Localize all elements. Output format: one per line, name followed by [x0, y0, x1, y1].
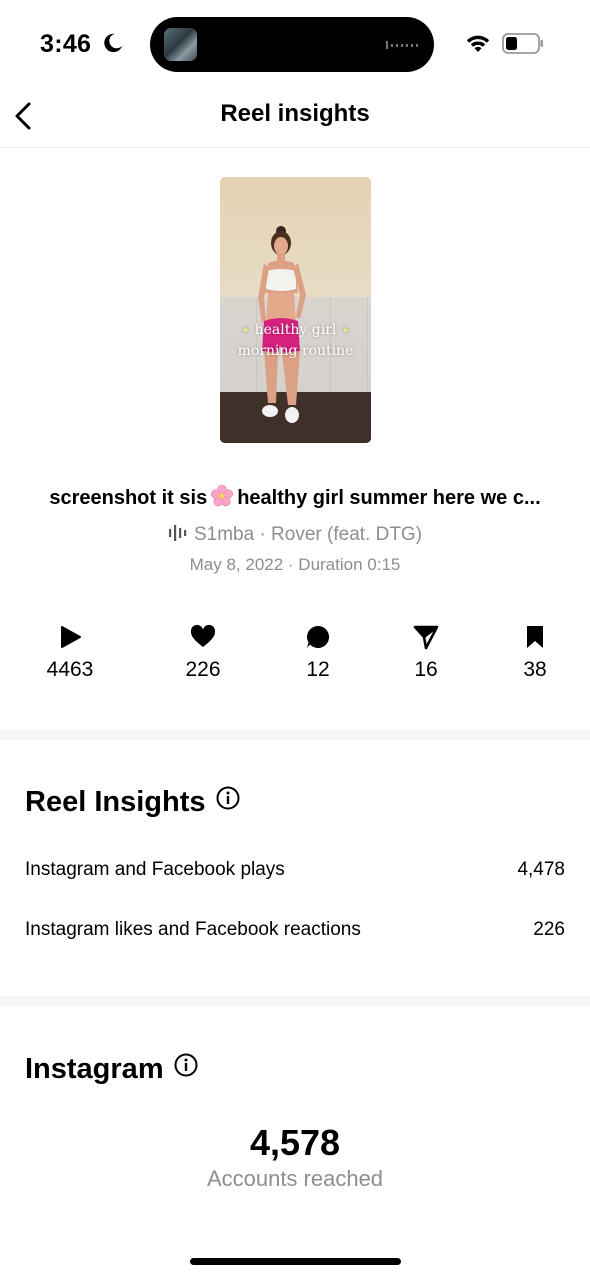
audio-attribution[interactable]: S1mba · Rover (feat. DTG): [0, 524, 590, 546]
insight-row-label: Instagram likes and Facebook reactions: [25, 919, 361, 940]
stat-shares: 16: [386, 624, 466, 682]
reel-insights-heading: Reel Insights: [25, 786, 240, 819]
battery-icon: [502, 33, 543, 54]
section-divider: [0, 996, 590, 1006]
now-playing-artwork: [164, 28, 197, 61]
thumbnail-caption: ✦ healthy girl ✦ morning routine: [220, 320, 371, 361]
audio-name: S1mba · Rover (feat. DTG): [193, 524, 423, 545]
insight-row-plays: Instagram and Facebook plays 4,478: [25, 859, 565, 881]
insight-row-value: 4,478: [517, 859, 565, 880]
moon-icon: [104, 33, 123, 53]
nav-header: Reel insights: [0, 90, 590, 148]
insight-row-label: Instagram and Facebook plays: [25, 859, 285, 880]
bookmark-icon: [527, 626, 543, 648]
thumbnail-caption-line1: healthy girl: [254, 322, 337, 338]
info-icon[interactable]: [216, 786, 240, 810]
instagram-title: Instagram: [25, 1053, 164, 1085]
stat-plays-value: 4463: [46, 658, 94, 681]
thumbnail-caption-line2: morning routine: [237, 343, 354, 359]
stat-plays: 4463: [30, 624, 110, 682]
stat-comments: 12: [278, 624, 358, 682]
audio-waveform-icon: [168, 525, 187, 541]
reel-thumbnail[interactable]: ✦ healthy girl ✦ morning routine: [220, 177, 371, 443]
info-icon[interactable]: [174, 1053, 198, 1077]
comment-icon: [307, 625, 330, 648]
page-title: Reel insights: [220, 100, 370, 127]
dynamic-island[interactable]: [150, 17, 434, 72]
status-time: 3:46: [40, 30, 92, 58]
stat-saves-value: 38: [523, 658, 547, 681]
stat-comments-value: 12: [306, 658, 330, 681]
section-divider: [0, 730, 590, 740]
home-indicator[interactable]: [190, 1258, 401, 1265]
reel-caption: screenshot it sis healthy girl summer he…: [20, 484, 570, 510]
date-duration: May 8, 2022 · Duration 0:15: [189, 555, 401, 574]
insight-row-value: 226: [533, 919, 565, 940]
cherry-blossom-icon: [211, 484, 234, 507]
reel-insights-title: Reel Insights: [25, 786, 206, 818]
instagram-heading: Instagram: [25, 1053, 198, 1086]
share-icon: [413, 625, 439, 650]
stat-saves: 38: [495, 624, 575, 682]
accounts-reached-label: Accounts reached: [206, 1166, 384, 1191]
stat-likes-value: 226: [185, 658, 221, 681]
caption-text-end: healthy girl summer here we c...: [237, 487, 541, 509]
stat-likes: 226: [163, 624, 243, 682]
sparkle-icon: ✦: [240, 324, 251, 337]
accounts-reached-value: 4,578: [249, 1122, 341, 1163]
heart-icon: [190, 624, 216, 647]
caption-text-start: screenshot it sis: [49, 487, 208, 509]
stat-shares-value: 16: [414, 658, 438, 681]
sparkle-icon: ✦: [340, 324, 351, 337]
audio-waveform-icon: [386, 41, 418, 49]
insight-row-reactions: Instagram likes and Facebook reactions 2…: [25, 919, 565, 941]
status-bar: 3:46: [0, 0, 590, 90]
play-icon: [61, 626, 81, 648]
wifi-icon: [466, 35, 490, 52]
